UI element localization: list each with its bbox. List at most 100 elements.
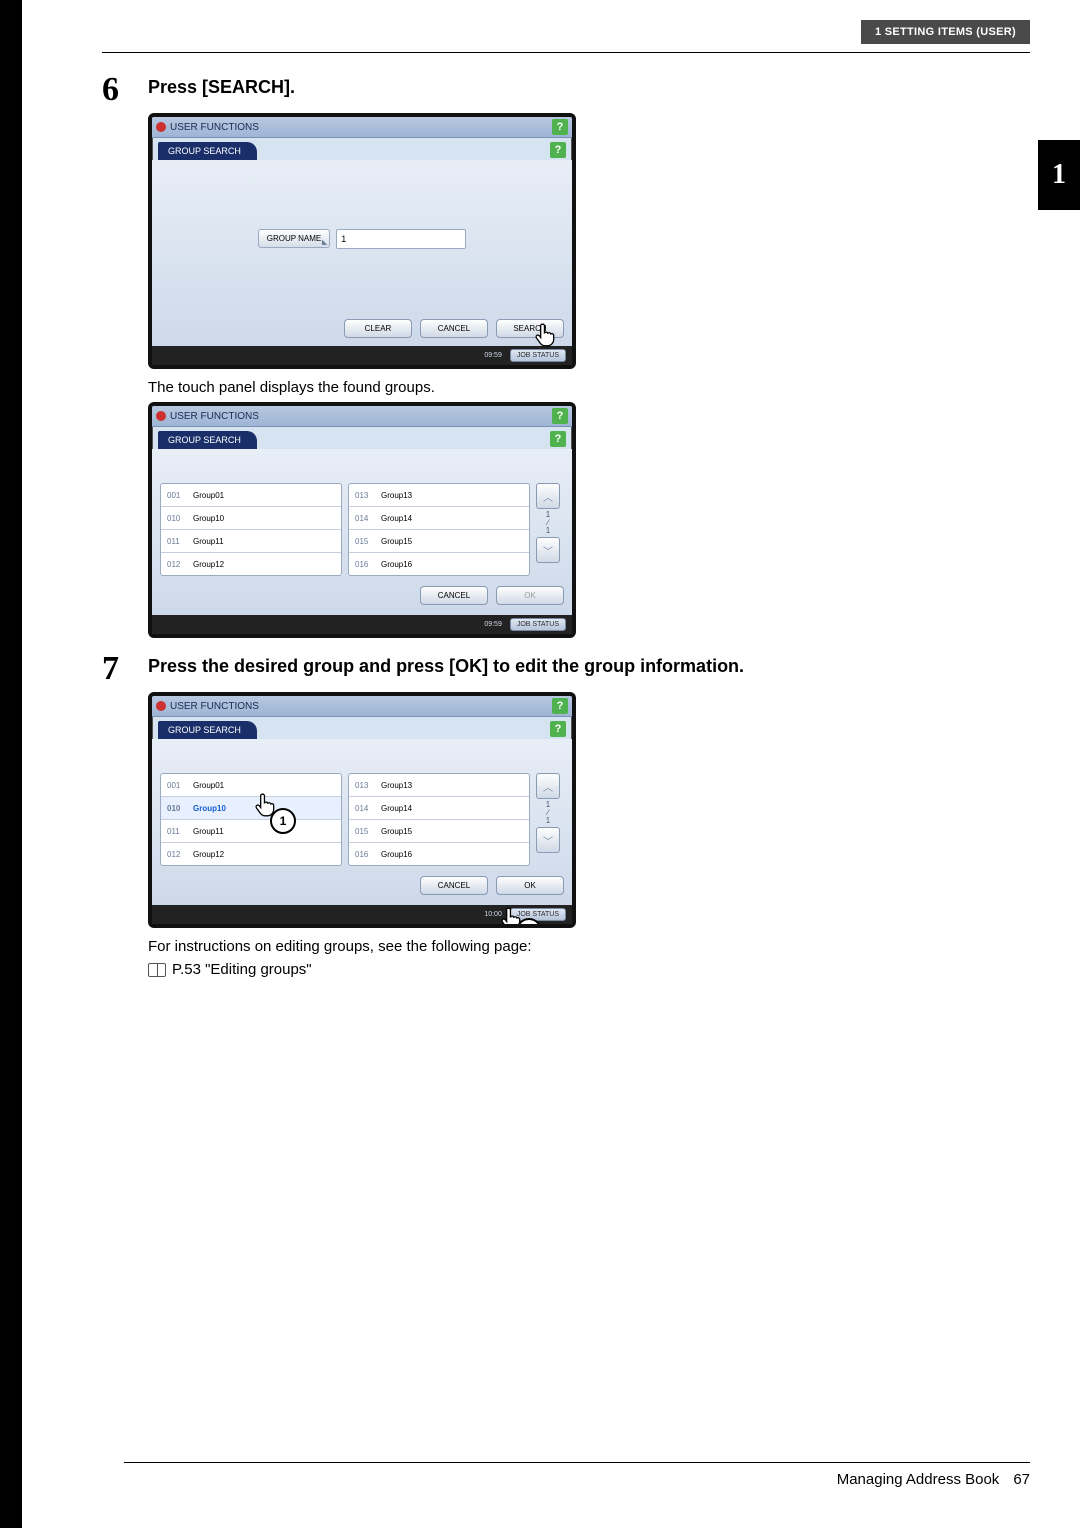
results-col-1: 001Group01 010 Group10 011Group11 012 Grou… [160, 773, 342, 866]
help-icon[interactable]: ? [550, 431, 566, 447]
step-title: Press the desired group and press [OK] t… [148, 656, 1030, 677]
scroll-up-button[interactable]: ︿ [536, 483, 560, 509]
list-item[interactable]: 001Group01 [161, 774, 341, 796]
cancel-button[interactable]: CANCEL [420, 876, 488, 895]
clear-button[interactable]: CLEAR [344, 319, 412, 338]
dropdown-corner-icon: ◣ [322, 238, 327, 246]
ok-button[interactable]: OK [496, 586, 564, 605]
results-col-2: 013 Group13 014 Group14 015Group15 016 Grou… [348, 773, 530, 866]
scroll-indicator: 1∕1 [546, 801, 550, 825]
top-rule [102, 52, 1030, 53]
clock: 09:59 [484, 352, 502, 359]
item-name: Group11 [193, 537, 224, 546]
list-item-selected[interactable]: 010 Group10 [161, 796, 341, 819]
status-bar: 09:59 JOB STATUS [152, 346, 572, 365]
step-content: Press [SEARCH]. [148, 73, 1030, 104]
ok-button[interactable]: OK [496, 876, 564, 895]
clock: 09:59 [484, 621, 502, 628]
scroll-up-button[interactable]: ︿ [536, 773, 560, 799]
list-item[interactable]: 013 Group13 [349, 774, 529, 796]
button-row: CLEAR CANCEL SEARCH [160, 319, 564, 338]
list-item[interactable]: 015Group15 [349, 819, 529, 842]
item-num: 014 [355, 804, 375, 813]
list-item[interactable]: 016 Group16 [349, 842, 529, 865]
item-name: Group10 [193, 514, 224, 523]
item-num: 016 [355, 560, 375, 569]
scroll-down-button[interactable]: ﹀ [536, 537, 560, 563]
item-num: 011 [167, 537, 187, 546]
item-name: Group16 [381, 560, 412, 569]
job-status-button[interactable]: JOB STATUS [510, 618, 566, 631]
help-icon[interactable]: ? [552, 698, 568, 714]
step-7: 7 Press the desired group and press [OK]… [102, 652, 1030, 686]
step-6: 6 Press [SEARCH]. [102, 73, 1030, 107]
item-name: Group12 [193, 850, 224, 859]
window-titlebar: USER FUNCTIONS ? [152, 406, 572, 427]
help-icon[interactable]: ? [550, 142, 566, 158]
item-num: 016 [355, 850, 375, 859]
step6-result-desc: The touch panel displays the found group… [148, 379, 1030, 396]
item-name: Group13 [381, 781, 412, 790]
list-item[interactable]: 010Group10 [161, 506, 341, 529]
results-grid: 001Group01 010 Group10 011Group11 012 Grou… [160, 773, 564, 866]
reference-link[interactable]: P.53 "Editing groups" [172, 961, 312, 978]
item-name: Group10 [193, 804, 226, 813]
step-content: Press the desired group and press [OK] t… [148, 652, 1030, 683]
list-item[interactable]: 011 Group11 [161, 529, 341, 552]
pin-icon [156, 411, 166, 421]
input-row: GROUP NAME ◣ [160, 168, 564, 309]
help-icon[interactable]: ? [552, 119, 568, 135]
item-num: 012 [167, 850, 187, 859]
scrollbar: ︿ 1∕1 ﹀ [536, 773, 560, 866]
step-number: 6 [102, 73, 132, 107]
step-number: 7 [102, 652, 132, 686]
screenshot-select-group: USER FUNCTIONS ? GROUP SEARCH ? 001Group… [148, 692, 576, 928]
group-name-label-text: GROUP NAME [267, 234, 322, 243]
group-name-input[interactable] [336, 229, 466, 249]
list-item[interactable]: 012Group12 [161, 552, 341, 575]
tab-group-search[interactable]: GROUP SEARCH [158, 431, 257, 449]
item-name: Group16 [381, 850, 412, 859]
help-icon[interactable]: ? [550, 721, 566, 737]
list-item[interactable]: 011Group11 [161, 819, 341, 842]
item-num: 013 [355, 781, 375, 790]
cancel-button[interactable]: CANCEL [420, 319, 488, 338]
results-col-2: 013Group13 014Group14 015Group15 016 Grou… [348, 483, 530, 576]
status-bar: 09:59 JOB STATUS [152, 615, 572, 634]
list-item[interactable]: 014 Group14 [349, 796, 529, 819]
results-grid: 001Group01 010Group10 011Group11 012Grou… [160, 483, 564, 576]
panel-body: 001Group01 010Group10 011Group11 012Grou… [152, 449, 572, 615]
item-num: 012 [167, 560, 187, 569]
item-name: Group14 [381, 804, 412, 813]
item-num: 010 [167, 804, 187, 813]
group-name-label-button[interactable]: GROUP NAME ◣ [258, 229, 331, 248]
panel-body: 001Group01 010 Group10 011Group11 012 Grou… [152, 739, 572, 905]
job-status-button[interactable]: JOB STATUS [510, 349, 566, 362]
header-row: 1 SETTING ITEMS (USER) [102, 20, 1030, 44]
list-item[interactable]: 001Group01 [161, 484, 341, 506]
clock: 10:00 [484, 911, 502, 918]
item-num: 014 [355, 514, 375, 523]
book-icon [148, 963, 166, 977]
item-num: 011 [167, 827, 187, 836]
page-footer: Managing Address Book 67 [124, 1462, 1030, 1488]
tab-group-search[interactable]: GROUP SEARCH [158, 721, 257, 739]
search-button[interactable]: SEARCH [496, 319, 564, 338]
item-name: Group15 [381, 827, 412, 836]
list-item[interactable]: 015Group15 [349, 529, 529, 552]
scroll-down-button[interactable]: ﹀ [536, 827, 560, 853]
panel-body: GROUP NAME ◣ CLEAR CANCEL SEARCH [152, 160, 572, 346]
job-status-button[interactable]: JOB STATUS [510, 908, 566, 921]
item-num: 013 [355, 491, 375, 500]
results-col-1: 001Group01 010Group10 011Group11 012Grou… [160, 483, 342, 576]
tab-group-search[interactable]: GROUP SEARCH [158, 142, 257, 160]
window-title: USER FUNCTIONS [170, 411, 259, 422]
item-num: 001 [167, 491, 187, 500]
list-item[interactable]: 014Group14 [349, 506, 529, 529]
list-item[interactable]: 013Group13 [349, 484, 529, 506]
page-number: 67 [1013, 1471, 1030, 1488]
help-icon[interactable]: ? [552, 408, 568, 424]
list-item[interactable]: 016 Group16 [349, 552, 529, 575]
cancel-button[interactable]: CANCEL [420, 586, 488, 605]
list-item[interactable]: 012 Group12 [161, 842, 341, 865]
